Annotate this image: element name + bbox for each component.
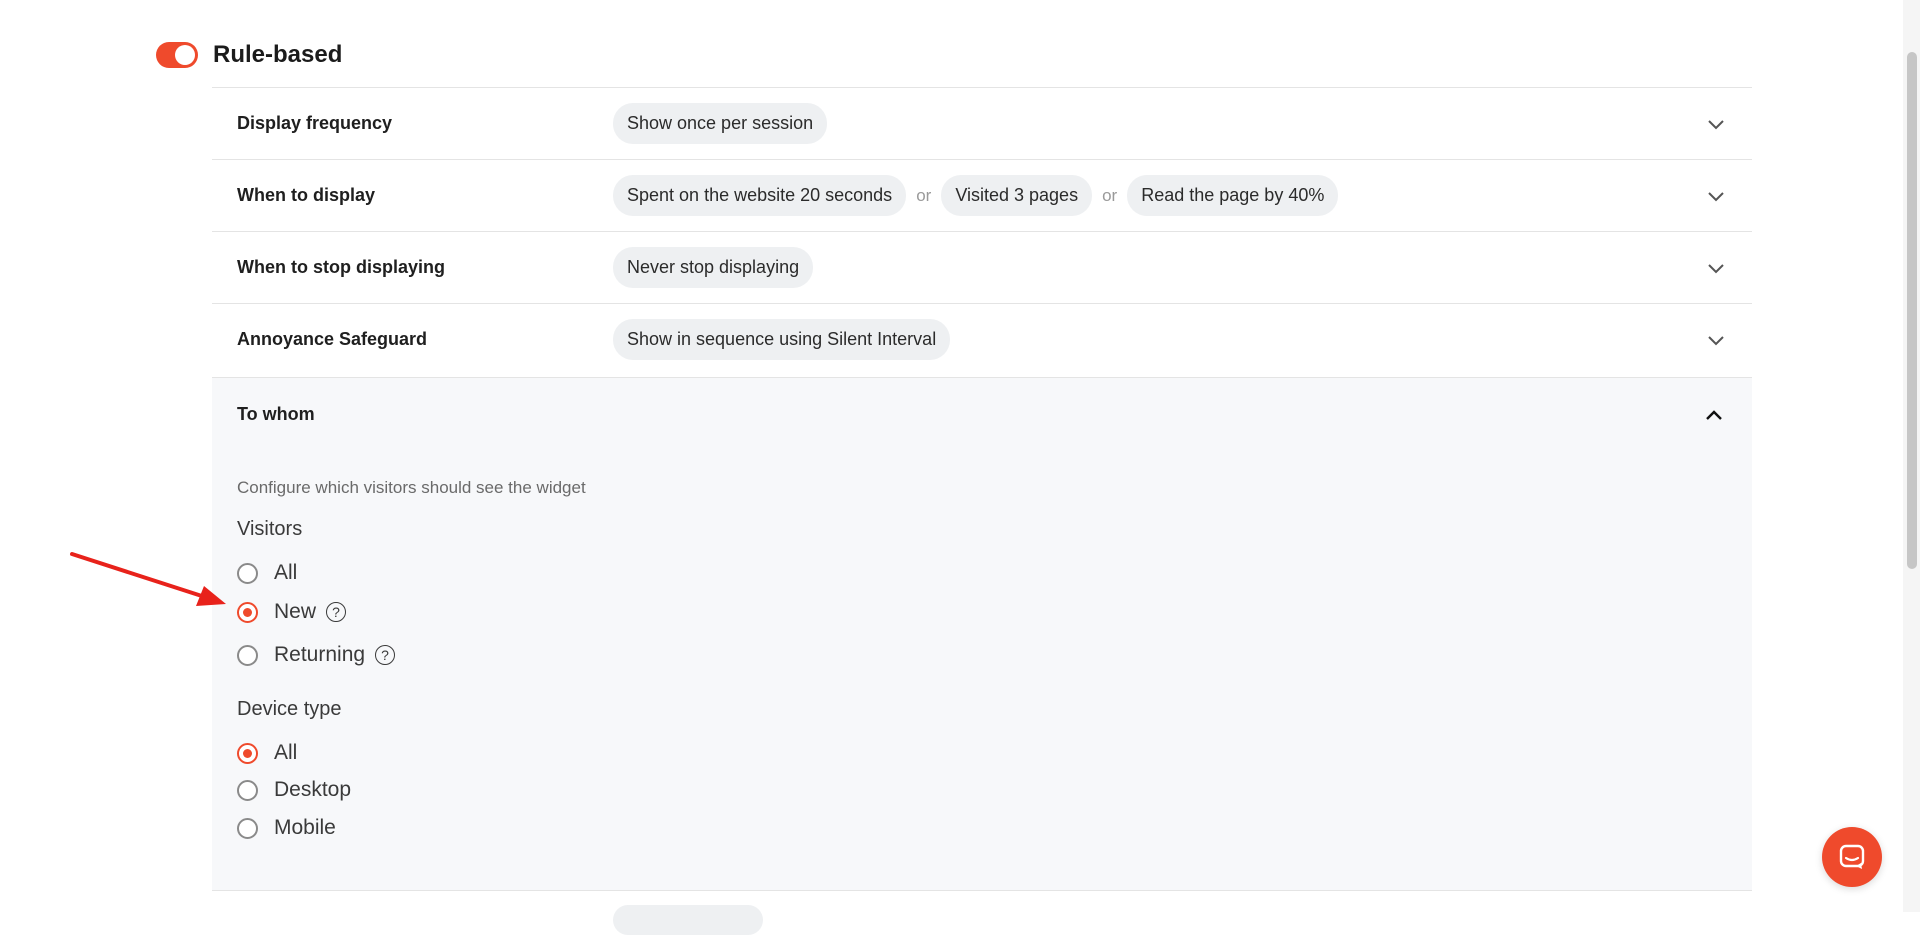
or-separator: or xyxy=(916,185,932,205)
row-label: Display frequency xyxy=(237,113,393,133)
to-whom-title[interactable]: To whom xyxy=(237,404,315,425)
annotation-arrow xyxy=(70,552,226,606)
row-display-frequency[interactable]: Display frequency Show once per session xyxy=(212,87,1752,159)
chevron-down-icon[interactable] xyxy=(1708,119,1724,134)
rules-list: Display frequency Show once per session … xyxy=(212,87,1752,375)
row-label: Annoyance Safeguard xyxy=(237,329,428,349)
radio-label: Mobile xyxy=(274,816,336,839)
row-annoyance-safeguard[interactable]: Annoyance Safeguard Show in sequence usi… xyxy=(212,303,1752,375)
device-option-mobile[interactable]: Mobile xyxy=(237,813,336,843)
device-option-all[interactable]: All xyxy=(237,738,297,768)
rule-based-title: Rule-based xyxy=(213,41,343,68)
toggle-knob xyxy=(175,45,195,65)
radio-button[interactable] xyxy=(237,779,258,801)
visitors-title: Visitors xyxy=(237,518,303,540)
visitors-option-all[interactable]: All xyxy=(237,558,297,588)
radio-button[interactable] xyxy=(237,817,258,839)
next-row-chip[interactable] xyxy=(613,905,763,935)
rule-chip[interactable]: Show once per session xyxy=(613,103,828,144)
or-separator: or xyxy=(1102,185,1118,205)
rule-chip[interactable]: Show in sequence using Silent Interval xyxy=(613,319,951,360)
rule-chip[interactable]: Spent on the website 20 seconds xyxy=(613,175,907,216)
chevron-down-icon[interactable] xyxy=(1708,191,1724,206)
to-whom-description: Configure which visitors should see the … xyxy=(237,478,586,497)
radio-button[interactable] xyxy=(237,644,258,666)
device-option-desktop[interactable]: Desktop xyxy=(237,775,351,805)
device-type-title: Device type xyxy=(237,698,342,720)
rule-chip[interactable]: Never stop displaying xyxy=(613,247,814,288)
visitors-option-returning[interactable]: Returning ? xyxy=(237,640,396,670)
visitors-option-new[interactable]: New ? xyxy=(237,597,347,627)
row-label: When to display xyxy=(237,185,376,205)
row-when-to-stop[interactable]: When to stop displaying Never stop displ… xyxy=(212,231,1752,303)
rule-based-header: Rule-based xyxy=(156,38,342,72)
radio-label: All xyxy=(274,741,298,764)
radio-label: New xyxy=(274,600,317,623)
question-circle-icon[interactable]: ? xyxy=(375,645,396,665)
question-circle-icon[interactable]: ? xyxy=(326,602,347,622)
radio-button[interactable] xyxy=(237,562,258,584)
chat-button[interactable] xyxy=(1822,827,1882,887)
chevron-down-icon[interactable] xyxy=(1708,263,1724,278)
rule-chip[interactable]: Visited 3 pages xyxy=(941,175,1093,216)
to-whom-section: To whom Configure which visitors should … xyxy=(212,377,1752,891)
chat-icon xyxy=(1839,844,1865,869)
rule-based-toggle[interactable] xyxy=(156,42,198,68)
row-label: When to stop displaying xyxy=(237,257,445,277)
scrollbar[interactable] xyxy=(1903,0,1920,912)
rule-chip[interactable]: Read the page by 40% xyxy=(1127,175,1339,216)
row-when-to-display[interactable]: When to display Spent on the website 20 … xyxy=(212,159,1752,231)
radio-button[interactable] xyxy=(237,601,258,623)
radio-label: Returning xyxy=(274,643,366,666)
radio-label: Desktop xyxy=(274,778,352,801)
scrollbar-thumb[interactable] xyxy=(1907,52,1917,569)
chevron-up-icon[interactable] xyxy=(1706,407,1722,425)
radio-button[interactable] xyxy=(237,742,258,764)
radio-label: All xyxy=(274,561,298,584)
chevron-down-icon[interactable] xyxy=(1708,335,1724,350)
